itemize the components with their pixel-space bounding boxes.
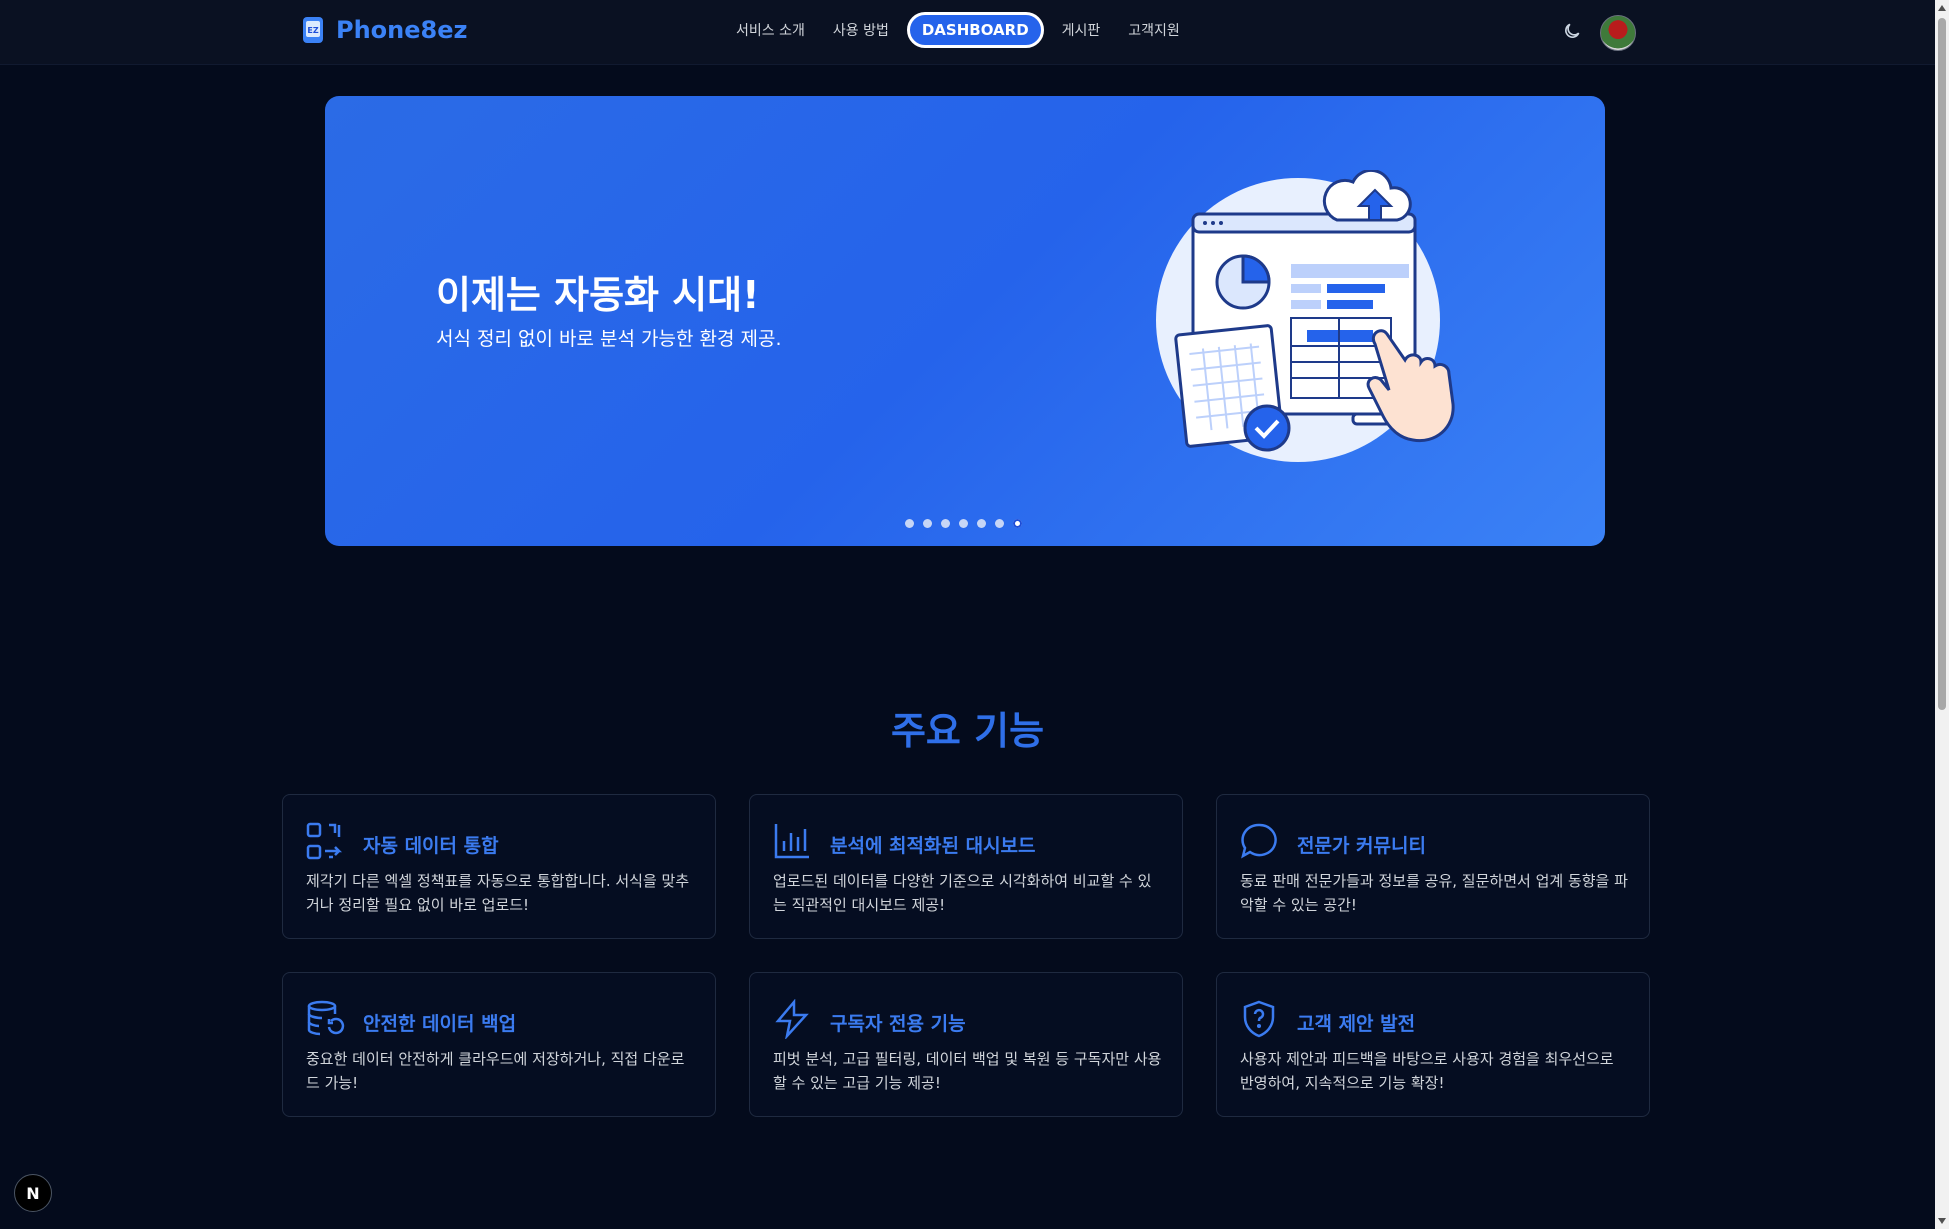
lightning-icon (775, 999, 809, 1039)
logo-link[interactable]: EZ Phone8ez (302, 16, 467, 44)
nav-service-intro[interactable]: 서비스 소개 (726, 12, 815, 48)
bar-chart-icon (774, 824, 809, 859)
logo-text: Phone8ez (336, 16, 468, 44)
feature-title: 전문가 커뮤니티 (1297, 835, 1426, 857)
feature-description: 업로드된 데이터를 다양한 기준으로 시각화하여 비교할 수 있는 직관적인 대… (773, 872, 1152, 914)
feature-card: 구독자 전용 기능 피벗 분석, 고급 필터링, 데이터 백업 및 복원 등 구… (749, 972, 1183, 1117)
shield-question-icon (1243, 1000, 1275, 1038)
feature-title: 자동 데이터 통합 (363, 835, 499, 857)
top-navigation-bar: EZ Phone8ez 서비스 소개 사용 방법 DASHBOARD 게시판 고… (0, 0, 1935, 65)
feature-description: 중요한 데이터 안전하게 클라우드에 저장하거나, 직접 다운로드 가능! (306, 1050, 685, 1092)
carousel-dot[interactable] (923, 519, 932, 528)
feature-title: 구독자 전용 기능 (830, 1013, 966, 1035)
scroll-up-arrow-icon[interactable] (1938, 5, 1946, 11)
feature-card: 분석에 최적화된 대시보드 업로드된 데이터를 다양한 기준으로 시각화하여 비… (749, 794, 1183, 939)
feature-card: 안전한 데이터 백업 중요한 데이터 안전하게 클라우드에 저장하거나, 직접 … (282, 972, 716, 1117)
feature-title: 고객 제안 발전 (1297, 1013, 1416, 1035)
feature-card: 자동 데이터 통합 제각기 다른 엑셀 정책표를 자동으로 통합합니다. 서식을… (282, 794, 716, 939)
feature-description: 동료 판매 전문가들과 정보를 공유, 질문하면서 업계 동향을 파악할 수 있… (1240, 872, 1628, 914)
feature-title: 안전한 데이터 백업 (363, 1013, 517, 1035)
carousel-dot[interactable] (977, 519, 986, 528)
dashboard-illustration (1156, 170, 1455, 462)
feature-title: 분석에 최적화된 대시보드 (830, 835, 1036, 857)
user-avatar[interactable] (1600, 15, 1636, 51)
nav-dashboard[interactable]: DASHBOARD (906, 12, 1044, 48)
database-restore-icon (307, 1000, 345, 1036)
feature-description: 사용자 제안과 피드백을 바탕으로 사용자 경험을 최우선으로 반영하여, 지속… (1240, 1050, 1614, 1092)
hero-banner: 이제는 자동화 시대! 서식 정리 없이 바로 분석 가능한 환경 제공. (325, 96, 1605, 546)
dev-tools-badge[interactable]: N (14, 1174, 52, 1212)
feature-card: 전문가 커뮤니티 동료 판매 전문가들과 정보를 공유, 질문하면서 업계 동향… (1216, 794, 1650, 939)
page-scrollbar[interactable] (1935, 0, 1949, 1229)
feature-description: 피벗 분석, 고급 필터링, 데이터 백업 및 복원 등 구독자만 사용할 수 … (773, 1050, 1162, 1092)
carousel-dot[interactable] (995, 519, 1004, 528)
chat-bubble-icon (1241, 823, 1277, 859)
carousel-dot-active[interactable] (1013, 519, 1022, 528)
svg-text:EZ: EZ (307, 26, 318, 35)
features-title: 주요 기능 (890, 709, 1045, 753)
hero-title: 이제는 자동화 시대! (436, 273, 760, 317)
feature-card: 고객 제안 발전 사용자 제안과 피드백을 바탕으로 사용자 경험을 최우선으로… (1216, 972, 1650, 1117)
carousel-dot[interactable] (905, 519, 914, 528)
dark-mode-toggle-icon[interactable] (1562, 21, 1582, 41)
carousel-indicators (905, 519, 1022, 528)
carousel-dot[interactable] (941, 519, 950, 528)
logo-icon: EZ (303, 17, 323, 43)
feature-description: 제각기 다른 엑셀 정책표를 자동으로 통합합니다. 서식을 맞추거나 정리할 … (306, 872, 690, 914)
main-nav: 서비스 소개 사용 방법 DASHBOARD 게시판 고객지원 (726, 12, 1190, 48)
nav-support[interactable]: 고객지원 (1118, 12, 1190, 48)
hero-subtitle: 서식 정리 없이 바로 분석 가능한 환경 제공. (436, 328, 782, 350)
nav-board[interactable]: 게시판 (1052, 12, 1111, 48)
nav-how-to-use[interactable]: 사용 방법 (823, 12, 899, 48)
carousel-dot[interactable] (959, 519, 968, 528)
data-merge-icon (306, 822, 343, 860)
scroll-down-arrow-icon[interactable] (1938, 1218, 1946, 1224)
scroll-thumb[interactable] (1938, 18, 1946, 710)
